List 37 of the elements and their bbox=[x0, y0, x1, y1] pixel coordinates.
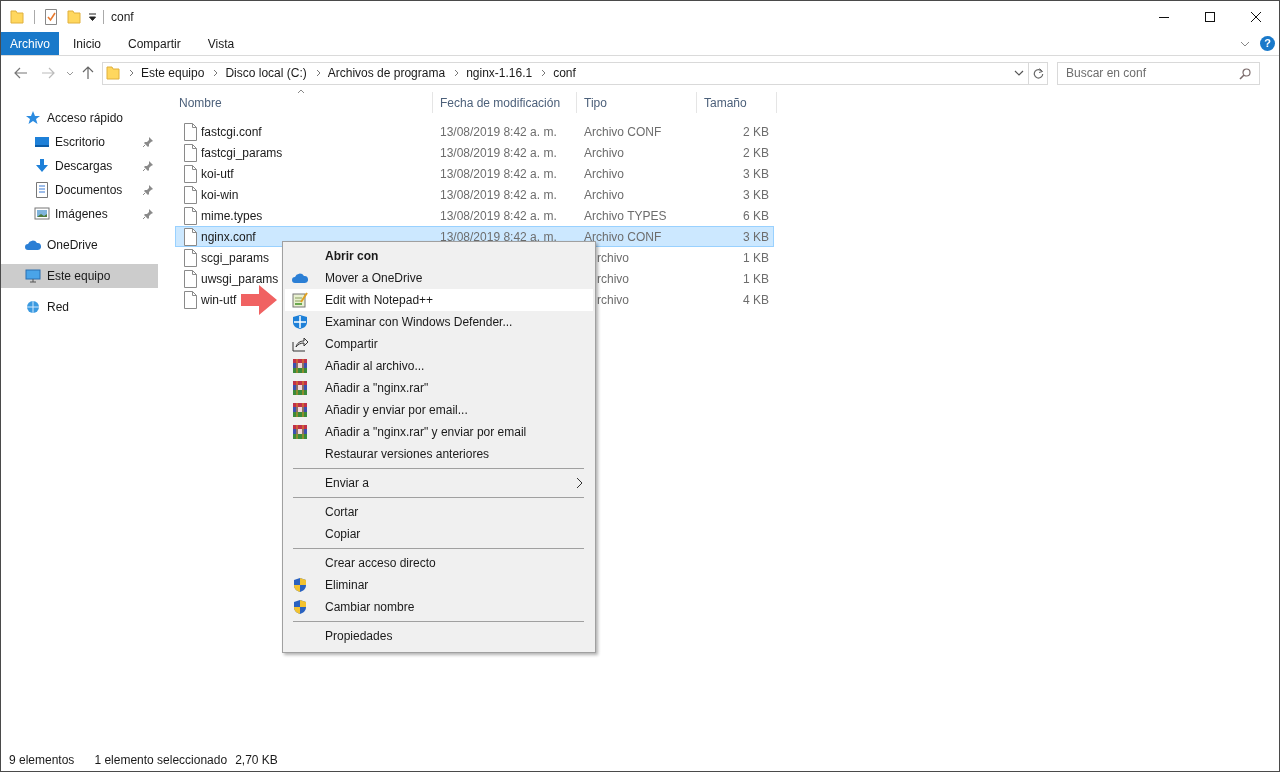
table-cell: 13/08/2019 8:42 a. m. bbox=[440, 124, 557, 139]
table-cell: 3 KB bbox=[743, 166, 769, 181]
file-name: koi-utf bbox=[201, 165, 234, 183]
file-name: nginx.conf bbox=[201, 228, 256, 246]
table-cell: 3 KB bbox=[743, 187, 769, 202]
file-name: win-utf bbox=[201, 291, 237, 309]
table-cell: 3 KB bbox=[743, 229, 769, 244]
table-cell: 4 KB bbox=[743, 292, 769, 307]
table-cell: 13/08/2019 8:42 a. m. bbox=[440, 229, 557, 244]
table-cell: Archivo CONF bbox=[584, 124, 662, 139]
file-name: koi-win bbox=[201, 186, 239, 204]
table-cell: 1 KB bbox=[743, 250, 769, 265]
table-cell: Archivo bbox=[584, 145, 624, 160]
file-name: fastcgi_params bbox=[201, 144, 283, 162]
table-cell: Archivo CONF bbox=[584, 229, 662, 244]
table-cell: 2 KB bbox=[743, 124, 769, 139]
table-cell: rchivo bbox=[597, 250, 629, 265]
table-cell: rchivo bbox=[597, 271, 629, 286]
table-cell: Archivo bbox=[584, 166, 624, 181]
window-title: conf bbox=[111, 8, 134, 26]
table-cell: 2 KB bbox=[743, 145, 769, 160]
table-cell: 1 KB bbox=[743, 271, 769, 286]
file-name: scgi_params bbox=[201, 249, 270, 267]
status-text: 2,70 KB bbox=[235, 752, 278, 769]
file-name: uwsgi_params bbox=[201, 270, 279, 288]
table-cell: Archivo TYPES bbox=[584, 208, 667, 223]
table-cell: Archivo bbox=[584, 187, 624, 202]
status-text: 1 elemento seleccionado bbox=[94, 752, 228, 769]
file-name: fastcgi.conf bbox=[201, 123, 262, 141]
status-text: 9 elementos bbox=[9, 752, 75, 769]
table-cell: 13/08/2019 8:42 a. m. bbox=[440, 208, 557, 223]
table-cell: 13/08/2019 8:42 a. m. bbox=[440, 187, 557, 202]
table-cell: rchivo bbox=[597, 292, 629, 307]
table-cell: 6 KB bbox=[743, 208, 769, 223]
table-cell: 13/08/2019 8:42 a. m. bbox=[440, 166, 557, 181]
file-name: mime.types bbox=[201, 207, 263, 225]
table-cell: 13/08/2019 8:42 a. m. bbox=[440, 145, 557, 160]
